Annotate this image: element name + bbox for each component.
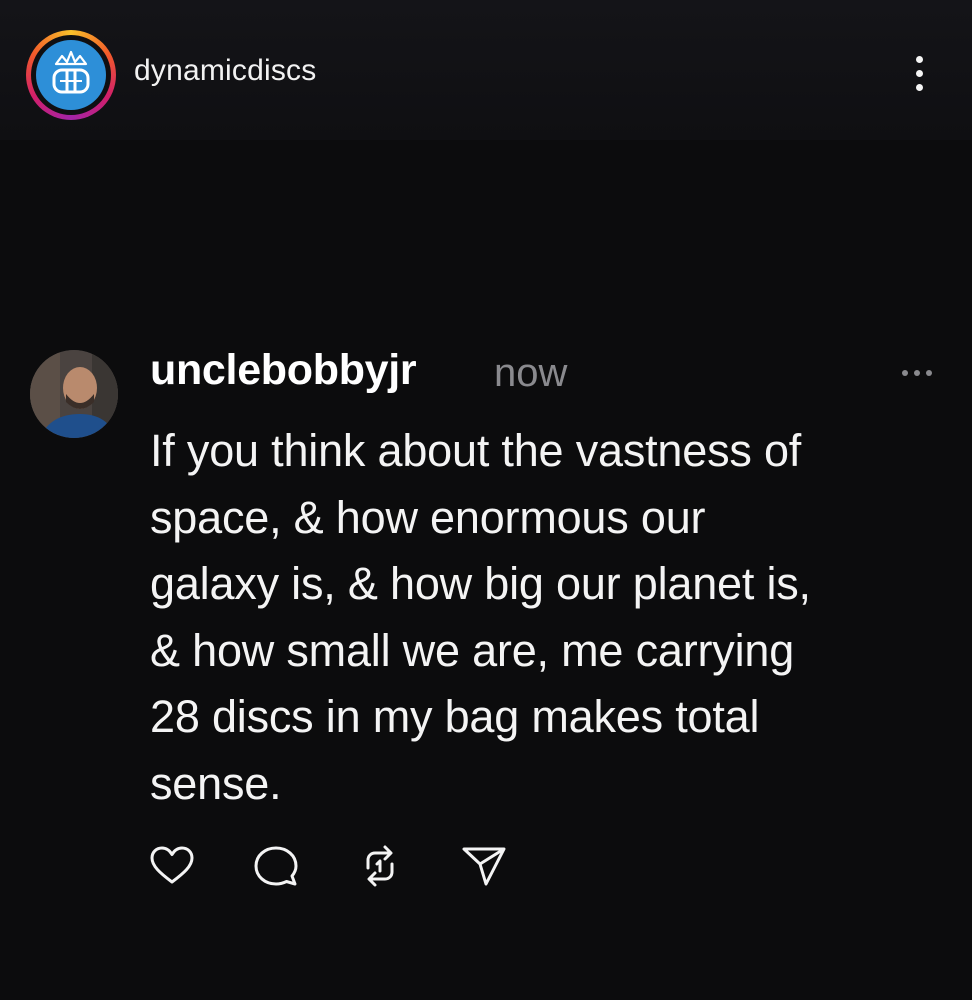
more-dot [926, 370, 932, 376]
dynamic-discs-logo-icon [36, 40, 106, 110]
post-actions [148, 842, 528, 892]
horizontal-ellipsis-icon[interactable] [898, 364, 938, 384]
share-icon[interactable] [460, 842, 508, 890]
more-dot [914, 370, 920, 376]
heart-icon[interactable] [148, 842, 196, 890]
menu-dot [916, 70, 923, 77]
user-avatar[interactable] [30, 350, 118, 438]
post-timestamp: now [494, 351, 568, 395]
account-name[interactable]: dynamicdiscs [134, 54, 316, 88]
post-body: If you think about the vastness of space… [150, 425, 811, 809]
story-header: dynamicdiscs [0, 0, 972, 140]
more-dot [902, 370, 908, 376]
menu-dot [916, 56, 923, 63]
comment-icon[interactable] [252, 842, 300, 890]
post-username[interactable]: unclebobbyjr [150, 346, 417, 395]
vertical-ellipsis-icon[interactable] [906, 52, 934, 96]
repost-icon[interactable] [356, 842, 404, 890]
avatar-ring-gap [31, 35, 111, 115]
account-avatar[interactable] [26, 30, 116, 120]
menu-dot [916, 84, 923, 91]
story-screen: dynamicdiscs unclebobbyjr now If you thi… [0, 0, 972, 1000]
